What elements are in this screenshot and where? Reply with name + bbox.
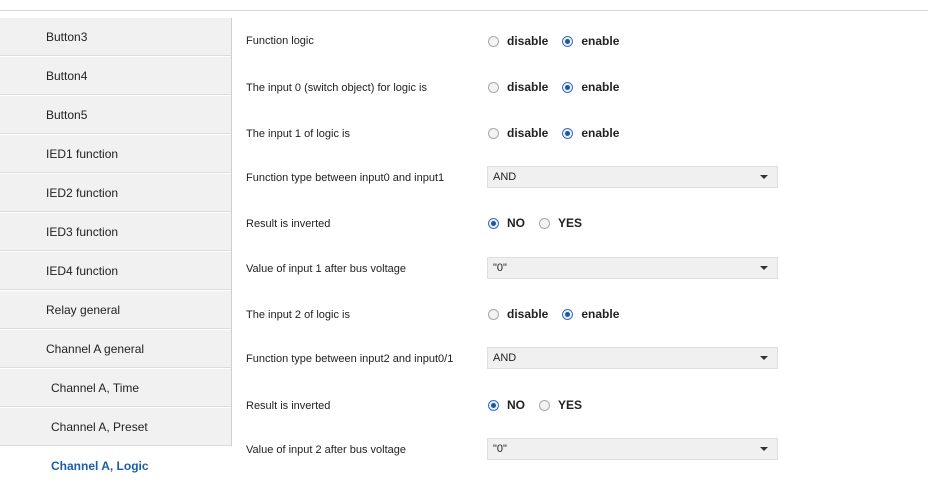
radio-label: disable [507,80,549,94]
sidebar-item-label: Button4 [46,68,88,83]
input1-logic-label: The input 1 of logic is [246,128,350,140]
sidebar-item-label: IED3 function [46,224,119,239]
input1-disable-radio[interactable]: disable [488,126,548,140]
input0-disable-radio[interactable]: disable [488,80,548,94]
function-logic-radio-group: disable enable [488,33,633,49]
chevron-down-icon [760,175,768,179]
input2-logic-label: The input 2 of logic is [246,309,350,321]
input0-radio-group: disable enable [488,79,633,95]
sidebar-divider [231,18,232,446]
sidebar-item-label: Channel A general [46,341,145,356]
radio-unchecked-icon [488,127,499,139]
value-input1-select[interactable]: "0" [487,257,778,279]
select-value: "0" [493,443,507,455]
sidebar-item-button4[interactable]: Button4 [0,57,231,95]
radio-label: enable [581,126,620,140]
radio-label: NO [507,216,525,230]
sidebar-item-button3[interactable]: Button3 [0,18,231,56]
sidebar-item-label: IED4 function [46,263,119,278]
result-inverted-1-no-radio[interactable]: NO [488,216,525,230]
result-inverted-1-yes-radio[interactable]: YES [539,216,582,230]
radio-label: enable [581,34,620,48]
result-inverted-1-radio-group: NO YES [488,215,596,231]
sidebar-item-label: IED1 function [46,146,119,161]
value-input1-label: Value of input 1 after bus voltage [246,263,407,275]
radio-label: NO [507,398,525,412]
result-inverted-2-label: Result is inverted [246,400,331,412]
sidebar-item-label: Button5 [46,107,88,122]
function-type-2-01-label: Function type between input2 and input0/… [246,353,454,365]
sidebar-item-label: Channel A, Logic [51,459,149,473]
sidebar-item-ied2-function[interactable]: IED2 function [0,174,231,212]
sidebar-item-ied1-function[interactable]: IED1 function [0,135,231,173]
chevron-down-icon [760,266,768,270]
sidebar-item-channel-a-time[interactable]: Channel A, Time [0,369,231,407]
top-divider [0,10,928,11]
input2-radio-group: disable enable [488,306,633,322]
sidebar: Button3 Button4 Button5 IED1 function IE… [0,18,231,485]
sidebar-item-channel-a-general[interactable]: Channel A general [0,330,231,368]
radio-label: disable [507,34,549,48]
radio-unchecked-icon [488,81,499,93]
function-type-01-label: Function type between input0 and input1 [246,172,445,184]
sidebar-item-label: Channel A, Preset [51,419,148,434]
radio-checked-icon [562,127,574,139]
result-inverted-2-no-radio[interactable]: NO [488,398,525,412]
radio-checked-icon [488,399,499,411]
function-type-2-01-select[interactable]: AND [487,347,778,369]
sidebar-item-ied3-function[interactable]: IED3 function [0,213,231,251]
input1-radio-group: disable enable [488,125,633,141]
radio-unchecked-icon [488,308,499,320]
sidebar-item-label: Button3 [46,29,88,44]
sidebar-item-relay-general[interactable]: Relay general [0,291,231,329]
input2-enable-radio[interactable]: enable [562,307,619,321]
select-value: AND [493,352,517,364]
sidebar-item-button5[interactable]: Button5 [0,96,231,134]
value-input2-label: Value of input 2 after bus voltage [246,444,407,456]
radio-label: disable [507,307,549,321]
input1-enable-radio[interactable]: enable [562,126,619,140]
select-value: AND [493,171,517,183]
radio-checked-icon [562,81,574,93]
radio-unchecked-icon [539,217,550,229]
radio-label: disable [507,126,549,140]
radio-label: YES [558,398,583,412]
radio-checked-icon [562,308,574,320]
sidebar-item-channel-a-preset[interactable]: Channel A, Preset [0,408,231,446]
chevron-down-icon [760,356,768,360]
radio-unchecked-icon [539,399,550,411]
result-inverted-1-label: Result is inverted [246,218,331,230]
input0-logic-label: The input 0 (switch object) for logic is [246,82,427,94]
sidebar-item-channel-a-logic[interactable]: Channel A, Logic [0,447,231,485]
sidebar-item-label: Relay general [46,302,121,317]
function-logic-enable-radio[interactable]: enable [562,34,619,48]
sidebar-item-label: Channel A, Time [51,380,140,395]
function-logic-disable-radio[interactable]: disable [488,34,548,48]
radio-label: YES [558,216,583,230]
result-inverted-2-radio-group: NO YES [488,397,596,413]
chevron-down-icon [760,447,768,451]
radio-checked-icon [488,217,499,229]
select-value: "0" [493,262,507,274]
radio-checked-icon [562,35,574,47]
sidebar-item-ied4-function[interactable]: IED4 function [0,252,231,290]
radio-label: enable [581,307,620,321]
sidebar-item-label: IED2 function [46,185,119,200]
function-logic-label: Function logic [246,35,314,47]
result-inverted-2-yes-radio[interactable]: YES [539,398,582,412]
radio-label: enable [581,80,620,94]
input0-enable-radio[interactable]: enable [562,80,619,94]
input2-disable-radio[interactable]: disable [488,307,548,321]
radio-unchecked-icon [488,35,499,47]
function-type-01-select[interactable]: AND [487,166,778,188]
value-input2-select[interactable]: "0" [487,438,778,460]
